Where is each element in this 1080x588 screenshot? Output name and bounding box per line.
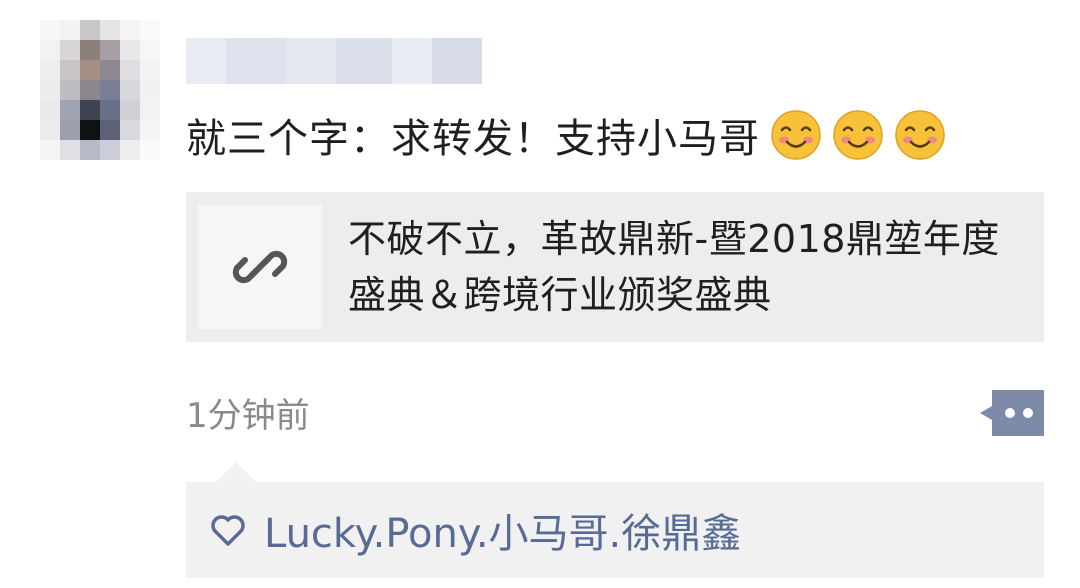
moments-post: 就三个字：求转发！支持小马哥 不破不立，革故鼎新-暨2018鼎堃年度盛典＆跨境行… (0, 0, 1080, 588)
user-name-blurred[interactable] (186, 38, 482, 84)
link-icon (232, 250, 288, 284)
smiling-blush-emoji (833, 110, 883, 160)
comment-like-menu-button[interactable] (978, 390, 1044, 436)
avatar[interactable] (40, 20, 160, 160)
liker-names[interactable]: Lucky.Pony.小马哥.徐鼎鑫 (264, 501, 741, 559)
likes-box-caret (216, 462, 256, 482)
link-title: 不破不立，革故鼎新-暨2018鼎堃年度盛典＆跨境行业颁奖盛典 (348, 217, 1000, 317)
smiling-blush-emoji (771, 110, 821, 160)
link-thumbnail (198, 205, 322, 329)
shared-link-card[interactable]: 不破不立，革故鼎新-暨2018鼎堃年度盛典＆跨境行业颁奖盛典 (186, 192, 1044, 342)
smiling-blush-emoji (895, 110, 945, 160)
post-timestamp: 1分钟前 (186, 396, 310, 436)
heart-outline-icon (211, 515, 245, 546)
post-text: 就三个字：求转发！支持小马哥 (186, 108, 946, 162)
likes-section: Lucky.Pony.小马哥.徐鼎鑫 (186, 482, 1044, 578)
post-text-content: 就三个字：求转发！支持小马哥 (186, 116, 760, 162)
